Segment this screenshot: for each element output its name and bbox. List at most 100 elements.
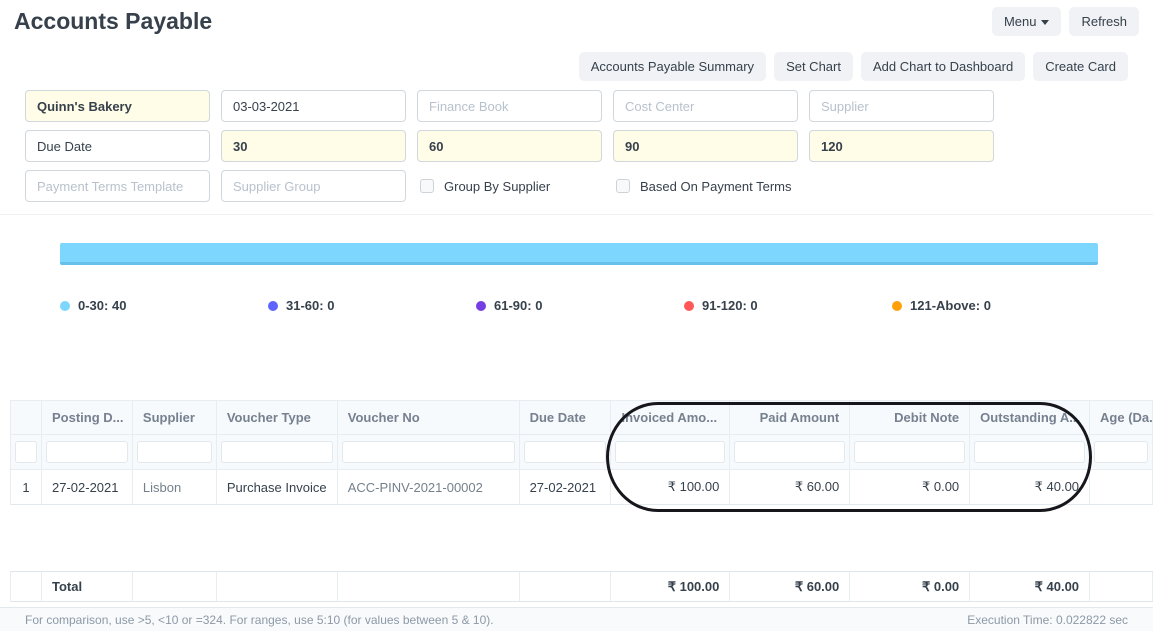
- supplier-filter-input[interactable]: [809, 90, 994, 122]
- column-header-rowindex: [11, 401, 42, 434]
- total-cell-rowindex: [11, 572, 42, 601]
- legend-item-61-90: 61-90: 0: [476, 298, 684, 313]
- report-date-filter-input[interactable]: [221, 90, 406, 122]
- column-filter-age-days[interactable]: [1094, 441, 1148, 463]
- cell-row-index: 1: [11, 470, 42, 504]
- chevron-down-icon: [1041, 20, 1049, 25]
- legend-dot-icon: [892, 301, 902, 311]
- empty-rows-area: [10, 505, 1153, 571]
- legend-item-31-60: 31-60: 0: [268, 298, 476, 313]
- chart-bar-track: [60, 243, 1098, 265]
- cell-invoiced-amount: ₹ 100.00: [611, 470, 730, 504]
- cell-voucher-no-link[interactable]: ACC-PINV-2021-00002: [338, 470, 520, 504]
- cost-center-filter-input[interactable]: [613, 90, 798, 122]
- total-cell-due-date: [520, 572, 612, 601]
- cell-voucher-type: Purchase Invoice: [217, 470, 338, 504]
- legend-dot-icon: [684, 301, 694, 311]
- total-label: Total: [42, 572, 133, 601]
- table-row: 1 27-02-2021 Lisbon Purchase Invoice ACC…: [10, 470, 1153, 505]
- cell-supplier[interactable]: Lisbon: [133, 470, 217, 504]
- table-filter-row: [10, 435, 1153, 470]
- chart-legend: 0-30: 40 31-60: 0 61-90: 0 91-120: 0 121…: [60, 298, 1153, 313]
- legend-dot-icon: [268, 301, 278, 311]
- table-header-row: Posting D... Supplier Voucher Type Vouch…: [10, 400, 1153, 435]
- range4-filter-input[interactable]: [809, 130, 994, 162]
- total-cell-age-days: [1090, 572, 1153, 601]
- legend-label: 121-Above: 0: [910, 298, 991, 313]
- total-debit-note: ₹ 0.00: [850, 572, 970, 601]
- column-header-debit-note[interactable]: Debit Note: [850, 401, 970, 434]
- total-outstanding-amount: ₹ 40.00: [970, 572, 1090, 601]
- range1-filter-input[interactable]: [221, 130, 406, 162]
- legend-dot-icon: [60, 301, 70, 311]
- column-filter-outstanding-amount[interactable]: [974, 441, 1085, 463]
- column-header-voucher-type[interactable]: Voucher Type: [217, 401, 338, 434]
- total-cell-voucher-type: [217, 572, 338, 601]
- total-cell-voucher-no: [338, 572, 520, 601]
- ageing-chart: 0-30: 40 31-60: 0 61-90: 0 91-120: 0 121…: [0, 243, 1153, 313]
- total-invoiced-amount: ₹ 100.00: [611, 572, 730, 601]
- column-header-outstanding-amount[interactable]: Outstanding A...: [970, 401, 1090, 434]
- create-card-button[interactable]: Create Card: [1033, 52, 1128, 81]
- group-by-supplier-checkbox[interactable]: [420, 179, 434, 193]
- chart-bar-0-30[interactable]: [60, 243, 1098, 262]
- column-filter-supplier[interactable]: [137, 441, 212, 463]
- column-header-due-date[interactable]: Due Date: [520, 401, 612, 434]
- report-footer: For comparison, use >5, <10 or =324. For…: [0, 607, 1153, 631]
- finance-book-filter-input[interactable]: [417, 90, 602, 122]
- cell-age-days: [1090, 470, 1153, 504]
- column-header-voucher-no[interactable]: Voucher No: [338, 401, 520, 434]
- report-toolbar: Accounts Payable Summary Set Chart Add C…: [0, 40, 1153, 90]
- page-title: Accounts Payable: [14, 8, 212, 35]
- cell-due-date: 27-02-2021: [520, 470, 612, 504]
- range3-filter-input[interactable]: [613, 130, 798, 162]
- total-paid-amount: ₹ 60.00: [730, 572, 850, 601]
- based-on-payment-terms-checkbox[interactable]: [616, 179, 630, 193]
- column-header-posting-date[interactable]: Posting D...: [42, 401, 133, 434]
- column-filter-debit-note[interactable]: [854, 441, 965, 463]
- cell-posting-date: 27-02-2021: [42, 470, 133, 504]
- add-chart-to-dashboard-button[interactable]: Add Chart to Dashboard: [861, 52, 1025, 81]
- column-header-supplier[interactable]: Supplier: [133, 401, 217, 434]
- column-filter-rowindex[interactable]: [15, 441, 37, 463]
- report-datatable: Posting D... Supplier Voucher Type Vouch…: [10, 400, 1153, 602]
- cell-debit-note: ₹ 0.00: [850, 470, 970, 504]
- refresh-button[interactable]: Refresh: [1069, 7, 1139, 36]
- range2-filter-input[interactable]: [417, 130, 602, 162]
- group-by-supplier-checkbox-group: Group By Supplier: [417, 170, 602, 202]
- comparison-hint-text: For comparison, use >5, <10 or =324. For…: [25, 613, 494, 627]
- cell-paid-amount: ₹ 60.00: [730, 470, 850, 504]
- column-header-paid-amount[interactable]: Paid Amount: [730, 401, 850, 434]
- legend-dot-icon: [476, 301, 486, 311]
- column-filter-voucher-no[interactable]: [342, 441, 515, 463]
- based-on-payment-terms-checkbox-group: Based On Payment Terms: [613, 170, 798, 202]
- legend-item-121-above: 121-Above: 0: [892, 298, 1100, 313]
- legend-item-0-30: 0-30: 40: [60, 298, 268, 313]
- table-total-row: Total ₹ 100.00 ₹ 60.00 ₹ 0.00 ₹ 40.00: [10, 571, 1153, 602]
- column-filter-paid-amount[interactable]: [734, 441, 845, 463]
- column-header-age-days[interactable]: Age (Da...: [1090, 401, 1153, 434]
- filter-section: Group By Supplier Based On Payment Terms: [25, 90, 1153, 202]
- legend-label: 0-30: 40: [78, 298, 126, 313]
- column-filter-voucher-type[interactable]: [221, 441, 333, 463]
- based-on-payment-terms-label: Based On Payment Terms: [640, 179, 792, 194]
- payment-terms-template-filter-input[interactable]: [25, 170, 210, 202]
- company-filter-input[interactable]: [25, 90, 210, 122]
- column-filter-invoiced-amount[interactable]: [615, 441, 725, 463]
- cell-outstanding-amount: ₹ 40.00: [970, 470, 1090, 504]
- accounts-payable-summary-button[interactable]: Accounts Payable Summary: [579, 52, 766, 81]
- header-actions: Menu Refresh: [992, 7, 1139, 36]
- legend-item-91-120: 91-120: 0: [684, 298, 892, 313]
- column-header-invoiced-amount[interactable]: Invoiced Amo...: [611, 401, 730, 434]
- ageing-based-on-filter-input[interactable]: [25, 130, 210, 162]
- legend-label: 91-120: 0: [702, 298, 758, 313]
- column-filter-posting-date[interactable]: [46, 441, 128, 463]
- column-filter-due-date[interactable]: [524, 441, 607, 463]
- total-cell-supplier: [133, 572, 217, 601]
- set-chart-button[interactable]: Set Chart: [774, 52, 853, 81]
- section-divider: [0, 214, 1153, 215]
- execution-time-text: Execution Time: 0.022822 sec: [967, 613, 1128, 627]
- supplier-group-filter-input[interactable]: [221, 170, 406, 202]
- legend-label: 61-90: 0: [494, 298, 542, 313]
- menu-button[interactable]: Menu: [992, 7, 1062, 36]
